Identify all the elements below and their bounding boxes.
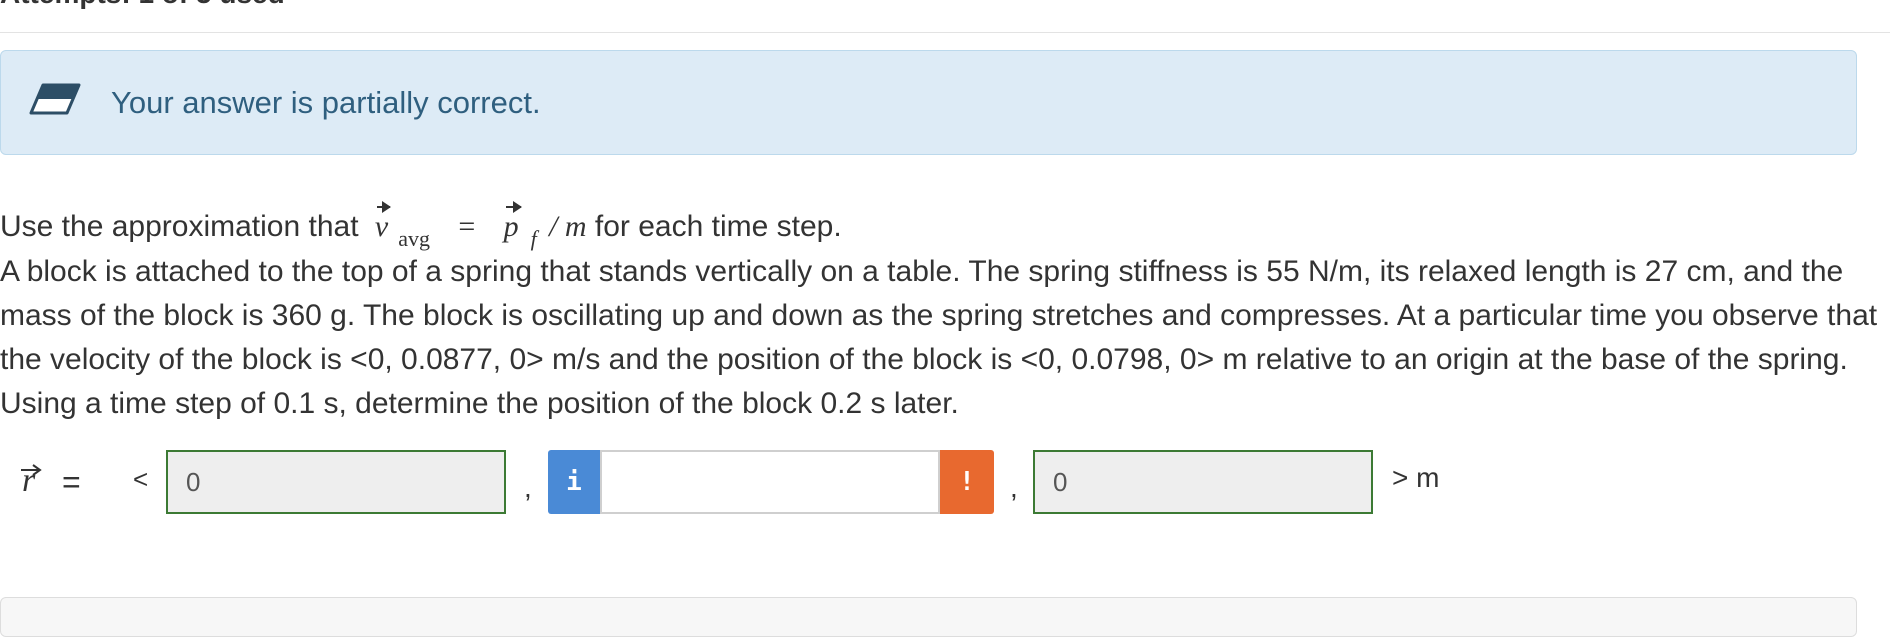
vector-close-unit: > m xyxy=(1392,462,1440,493)
z-component-input[interactable]: 0 xyxy=(1033,450,1373,514)
momentum-subscript: f xyxy=(530,226,537,251)
answer-equals: = xyxy=(62,464,81,500)
question-body: Use the approximation that v avg = pf / m… xyxy=(0,201,1880,426)
page-title: Attempts: 1 of 5 used xyxy=(0,0,285,10)
approximation-prefix: Use the approximation that xyxy=(0,210,359,243)
answer-row: r = < 0 , i ! , 0 > m xyxy=(0,448,1890,516)
comma-separator: , xyxy=(1010,472,1018,503)
next-panel xyxy=(0,597,1857,637)
momentum-symbol: p xyxy=(504,201,522,250)
velocity-symbol: v xyxy=(375,201,392,250)
comma-separator: , xyxy=(524,472,532,503)
approximation-suffix: for each time step. xyxy=(594,210,842,243)
y-component-input[interactable] xyxy=(600,450,940,514)
approximation-line: Use the approximation that v avg = pf / m… xyxy=(0,201,1880,251)
feedback-alert: Your answer is partially correct. xyxy=(0,50,1857,155)
feedback-message: Your answer is partially correct. xyxy=(111,85,541,120)
x-component-input[interactable]: 0 xyxy=(166,450,506,514)
vector-open-bracket: < xyxy=(133,464,149,494)
mass-divisor: / m xyxy=(549,210,587,243)
problem-statement: A block is attached to the top of a spri… xyxy=(0,255,1878,420)
equals-sign: = xyxy=(458,210,476,243)
position-vector-symbol: r xyxy=(22,462,36,499)
warning-icon[interactable]: ! xyxy=(940,450,994,514)
pencil-eraser-icon xyxy=(29,83,81,115)
header-strip: Attempts: 1 of 5 used xyxy=(0,0,1890,33)
velocity-subscript: avg xyxy=(398,226,430,251)
info-icon[interactable]: i xyxy=(548,450,600,514)
